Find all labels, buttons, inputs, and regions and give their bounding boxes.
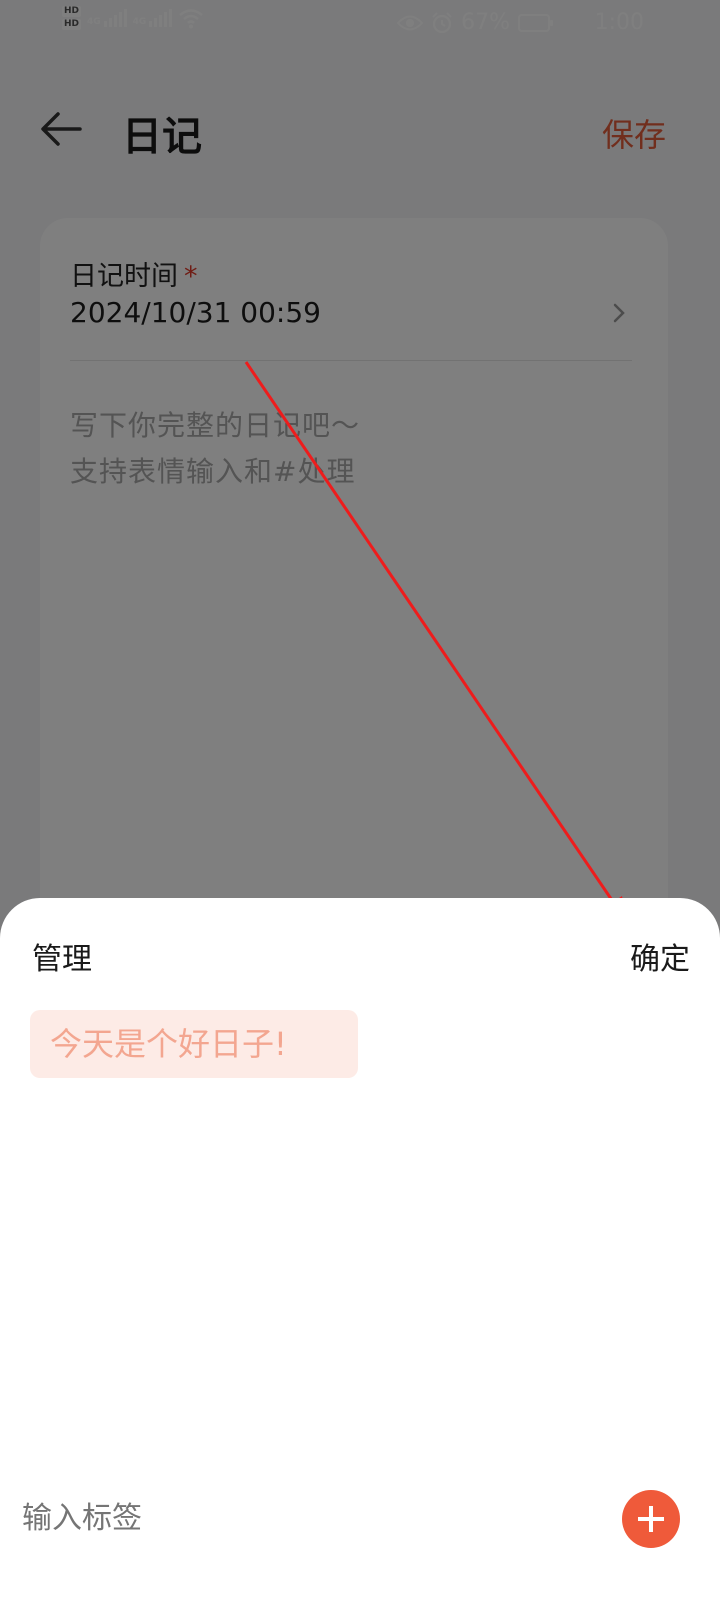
tag-bottom-sheet: 管理 确定 今天是个好日子! xyxy=(0,898,720,1600)
tag-chip[interactable]: 今天是个好日子! xyxy=(30,1010,358,1078)
manage-button[interactable]: 管理 xyxy=(32,934,92,978)
tag-input[interactable] xyxy=(20,1501,424,1537)
confirm-button[interactable]: 确定 xyxy=(630,934,690,978)
add-tag-button[interactable] xyxy=(622,1490,680,1548)
